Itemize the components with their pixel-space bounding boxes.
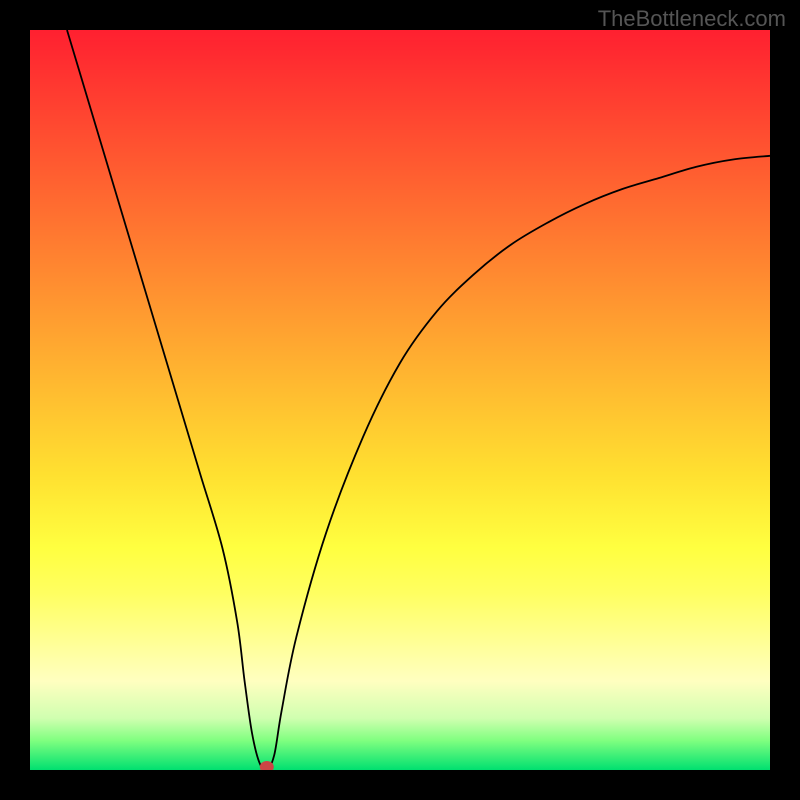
chart-plot-area bbox=[30, 30, 770, 770]
watermark-text: TheBottleneck.com bbox=[598, 6, 786, 32]
bottleneck-curve-line bbox=[67, 30, 770, 770]
chart-svg bbox=[30, 30, 770, 770]
